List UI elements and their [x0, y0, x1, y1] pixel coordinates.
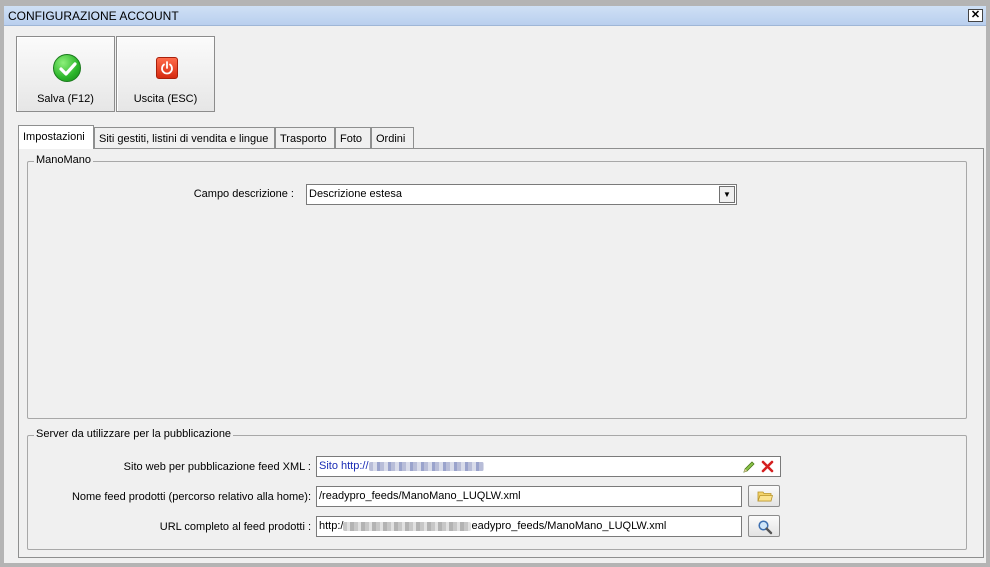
campo-descrizione-value: Descrizione estesa	[309, 188, 402, 200]
nome-feed-label: Nome feed prodotti (percorso relativo al…	[71, 491, 311, 503]
manomano-group: ManoMano Campo descrizione : Descrizione…	[27, 154, 967, 419]
tab-panel-impostazioni: ManoMano Campo descrizione : Descrizione…	[18, 148, 984, 558]
tab-foto[interactable]: Foto	[335, 127, 371, 149]
sito-web-field[interactable]: Sito http://	[316, 456, 781, 477]
url-feed-field[interactable]: http:/ eadypro_feeds/ManoMano_LUQLW.xml	[316, 516, 742, 537]
sito-web-value: Sito http://	[319, 460, 369, 472]
redacted-url	[343, 521, 472, 531]
exit-button[interactable]: Uscita (ESC)	[116, 36, 215, 112]
campo-descrizione-label: Campo descrizione :	[193, 188, 294, 200]
chevron-down-icon[interactable]: ▼	[719, 186, 735, 203]
close-button[interactable]: ✕	[968, 9, 983, 22]
tab-impostazioni[interactable]: Impostazioni	[18, 125, 94, 149]
exit-button-label: Uscita (ESC)	[133, 93, 198, 105]
campo-descrizione-select[interactable]: Descrizione estesa ▼	[306, 184, 737, 205]
server-legend: Server da utilizzare per la pubblicazion…	[34, 428, 234, 440]
save-button[interactable]: Salva (F12)	[16, 36, 115, 112]
tab-siti-gestiti[interactable]: Siti gestiti, listini di vendita e lingu…	[94, 127, 275, 149]
close-icon: ✕	[970, 9, 981, 21]
tab-label: Siti gestiti, listini di vendita e lingu…	[99, 133, 269, 145]
folder-icon	[757, 491, 773, 502]
url-feed-suffix: eadypro_feeds/ManoMano_LUQLW.xml	[471, 520, 667, 532]
nome-feed-value: /readypro_feeds/ManoMano_LUQLW.xml	[319, 490, 521, 502]
server-group: Server da utilizzare per la pubblicazion…	[27, 428, 967, 550]
redacted-url	[368, 461, 484, 471]
save-button-label: Salva (F12)	[37, 93, 94, 105]
open-url-button[interactable]	[748, 515, 780, 537]
sito-web-label: Sito web per pubblicazione feed XML :	[123, 461, 311, 473]
search-icon	[758, 520, 773, 535]
browse-folder-button[interactable]	[748, 485, 780, 507]
delete-icon[interactable]	[761, 460, 774, 473]
tab-label: Ordini	[376, 133, 406, 145]
tab-trasporto[interactable]: Trasporto	[275, 127, 335, 149]
tab-ordini[interactable]: Ordini	[371, 127, 414, 149]
url-feed-label: URL completo al feed prodotti :	[159, 521, 311, 533]
url-feed-prefix: http:/	[319, 520, 344, 532]
pencil-icon[interactable]	[742, 460, 756, 474]
manomano-legend: ManoMano	[34, 154, 94, 166]
check-icon	[53, 54, 81, 82]
power-icon	[156, 57, 178, 79]
nome-feed-field[interactable]: /readypro_feeds/ManoMano_LUQLW.xml	[316, 486, 742, 507]
tab-label: Trasporto	[280, 133, 327, 145]
tab-label: Foto	[340, 133, 363, 145]
config-account-window: CONFIGURAZIONE ACCOUNT ✕ Salva (F12) Usc…	[0, 0, 990, 567]
window-title: CONFIGURAZIONE ACCOUNT	[8, 9, 179, 23]
tab-label: Impostazioni	[23, 131, 85, 143]
title-bar: CONFIGURAZIONE ACCOUNT ✕	[4, 6, 986, 26]
